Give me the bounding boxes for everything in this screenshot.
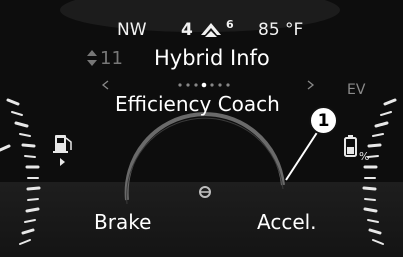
menu-title[interactable]: Hybrid Info xyxy=(154,46,270,70)
callout-marker: 1 xyxy=(309,106,338,135)
outside-temperature: 85 °F xyxy=(258,20,304,40)
ev-label: EV xyxy=(347,82,366,98)
accel-label: Accel. xyxy=(257,210,317,234)
instrument-cluster-display: % NW 4 6 85 °F 11 Hybrid Info Efficiency… xyxy=(0,0,403,257)
bottom-panel xyxy=(0,182,403,257)
compass-heading: NW xyxy=(117,20,147,40)
svg-text:%: % xyxy=(359,150,369,163)
screen-title: Efficiency Coach xyxy=(115,92,280,116)
road-count: 4 xyxy=(181,20,193,40)
menu-index-number: 11 xyxy=(100,48,123,69)
cluster-graphics: % xyxy=(0,0,403,257)
brake-label: Brake xyxy=(94,210,152,234)
road-subcount: 6 xyxy=(226,18,234,31)
